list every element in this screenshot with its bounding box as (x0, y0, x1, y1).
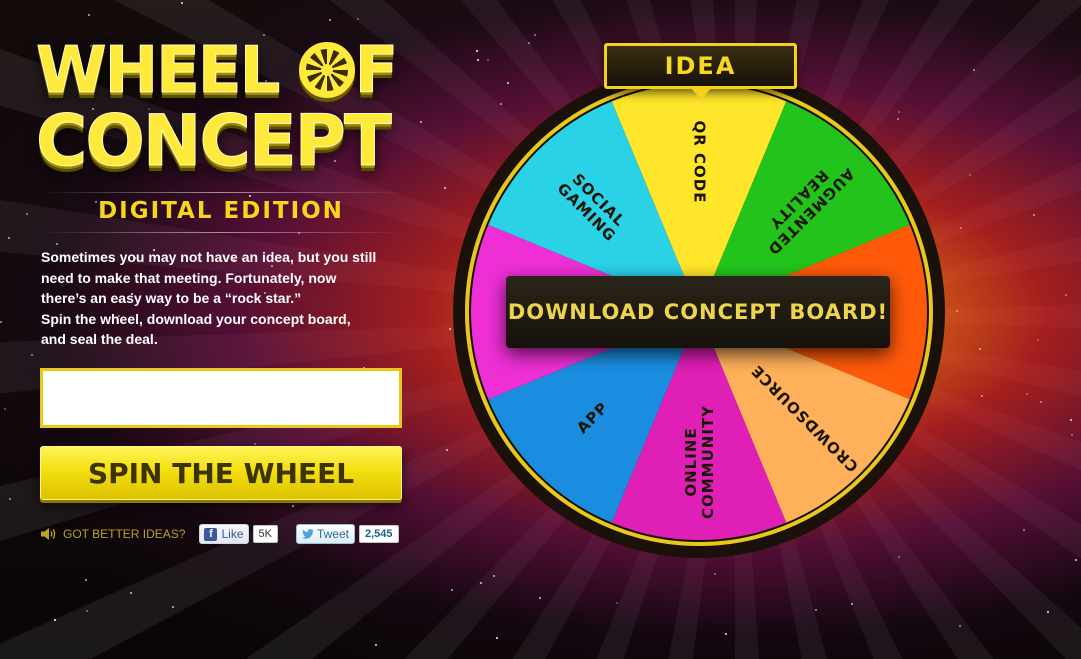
star (450, 589, 453, 592)
idea-label: IDEA (664, 52, 737, 80)
star (292, 505, 295, 508)
star (26, 213, 29, 216)
description-line: there’s an easy way to be a “rock star.” (41, 290, 302, 307)
facebook-icon: f (204, 527, 218, 541)
wheel-segment-label: QR CODE (691, 121, 709, 204)
star (1070, 434, 1073, 437)
facebook-like-button[interactable]: f Like (199, 524, 249, 544)
star (54, 618, 57, 621)
star (493, 574, 496, 577)
star (724, 633, 727, 636)
social-bar: GOT BETTER IDEAS? f Like 5K Tweet 2,545 (40, 522, 399, 546)
got-better-ideas-link[interactable]: GOT BETTER IDEAS? (63, 527, 185, 541)
star (1070, 418, 1073, 421)
description-line: need to make that meeting. Fortunately, … (41, 269, 337, 286)
star (713, 573, 716, 576)
star (979, 348, 982, 351)
star (851, 602, 854, 605)
star (1046, 610, 1049, 613)
concept-input[interactable] (40, 368, 402, 428)
star (357, 18, 360, 21)
description: Sometimes you may not have an idea, but … (41, 247, 413, 350)
star (180, 1, 183, 4)
star (254, 442, 257, 445)
star (1022, 528, 1025, 531)
star (1065, 293, 1068, 296)
star (445, 448, 448, 451)
star (88, 13, 91, 16)
description-line: Spin the wheel, download your concept bo… (41, 310, 351, 327)
star (7, 237, 10, 240)
tweet-label: Tweet (316, 527, 349, 541)
logo-text-f: F (354, 34, 399, 108)
star (960, 227, 963, 229)
twitter-bird-icon (301, 529, 314, 539)
wheel-o-icon (298, 42, 355, 98)
facebook-like-label: Like (221, 527, 244, 541)
description-line: Sometimes you may not have an idea, but … (41, 249, 377, 265)
star (0, 321, 3, 324)
star (3, 408, 6, 411)
tweet-count: 2,545 (358, 525, 399, 543)
divider-top (40, 192, 402, 193)
star (172, 606, 175, 609)
logo-line-2: CONCEPT (36, 100, 393, 182)
star (328, 19, 331, 22)
spin-the-wheel-button[interactable]: SPIN THE WHEEL (40, 446, 402, 500)
concept-wheel: QR CODE AUGMENTEDREALITY CROWDSOURCE ONLINE… (452, 40, 952, 560)
star (1032, 214, 1035, 217)
edition-title: DIGITAL EDITION (98, 198, 344, 224)
facebook-like-count: 5K (252, 525, 278, 543)
star (130, 592, 133, 595)
star (31, 353, 34, 356)
star (973, 69, 976, 72)
download-concept-board-button[interactable]: DOWNLOAD CONCEPT BOARD! (506, 276, 890, 348)
star (479, 581, 482, 584)
tweet-button[interactable]: Tweet (295, 524, 355, 544)
star (814, 609, 817, 612)
star (958, 624, 961, 627)
star (1039, 401, 1042, 404)
star (374, 644, 377, 647)
star (616, 602, 619, 605)
star (9, 498, 12, 501)
logo-text-wheel: WHEEL (36, 34, 299, 108)
description-line: and seal the deal. (41, 331, 158, 348)
star (968, 174, 971, 177)
idea-pointer: IDEA (604, 43, 797, 100)
logo-line-1: WHEEL F (36, 34, 416, 108)
star (84, 579, 87, 582)
star (1075, 559, 1078, 562)
star (955, 310, 958, 313)
speaker-icon (41, 528, 56, 540)
divider-bottom (40, 232, 402, 233)
star (444, 187, 447, 190)
star (248, 195, 251, 198)
star (981, 394, 984, 397)
star (1037, 339, 1040, 342)
star (534, 34, 537, 37)
star (539, 597, 542, 600)
star (86, 610, 89, 613)
star (495, 637, 498, 640)
logo: WHEEL F CONCEPT (36, 34, 416, 182)
star (55, 243, 58, 246)
star (420, 121, 423, 124)
star (1025, 392, 1028, 395)
